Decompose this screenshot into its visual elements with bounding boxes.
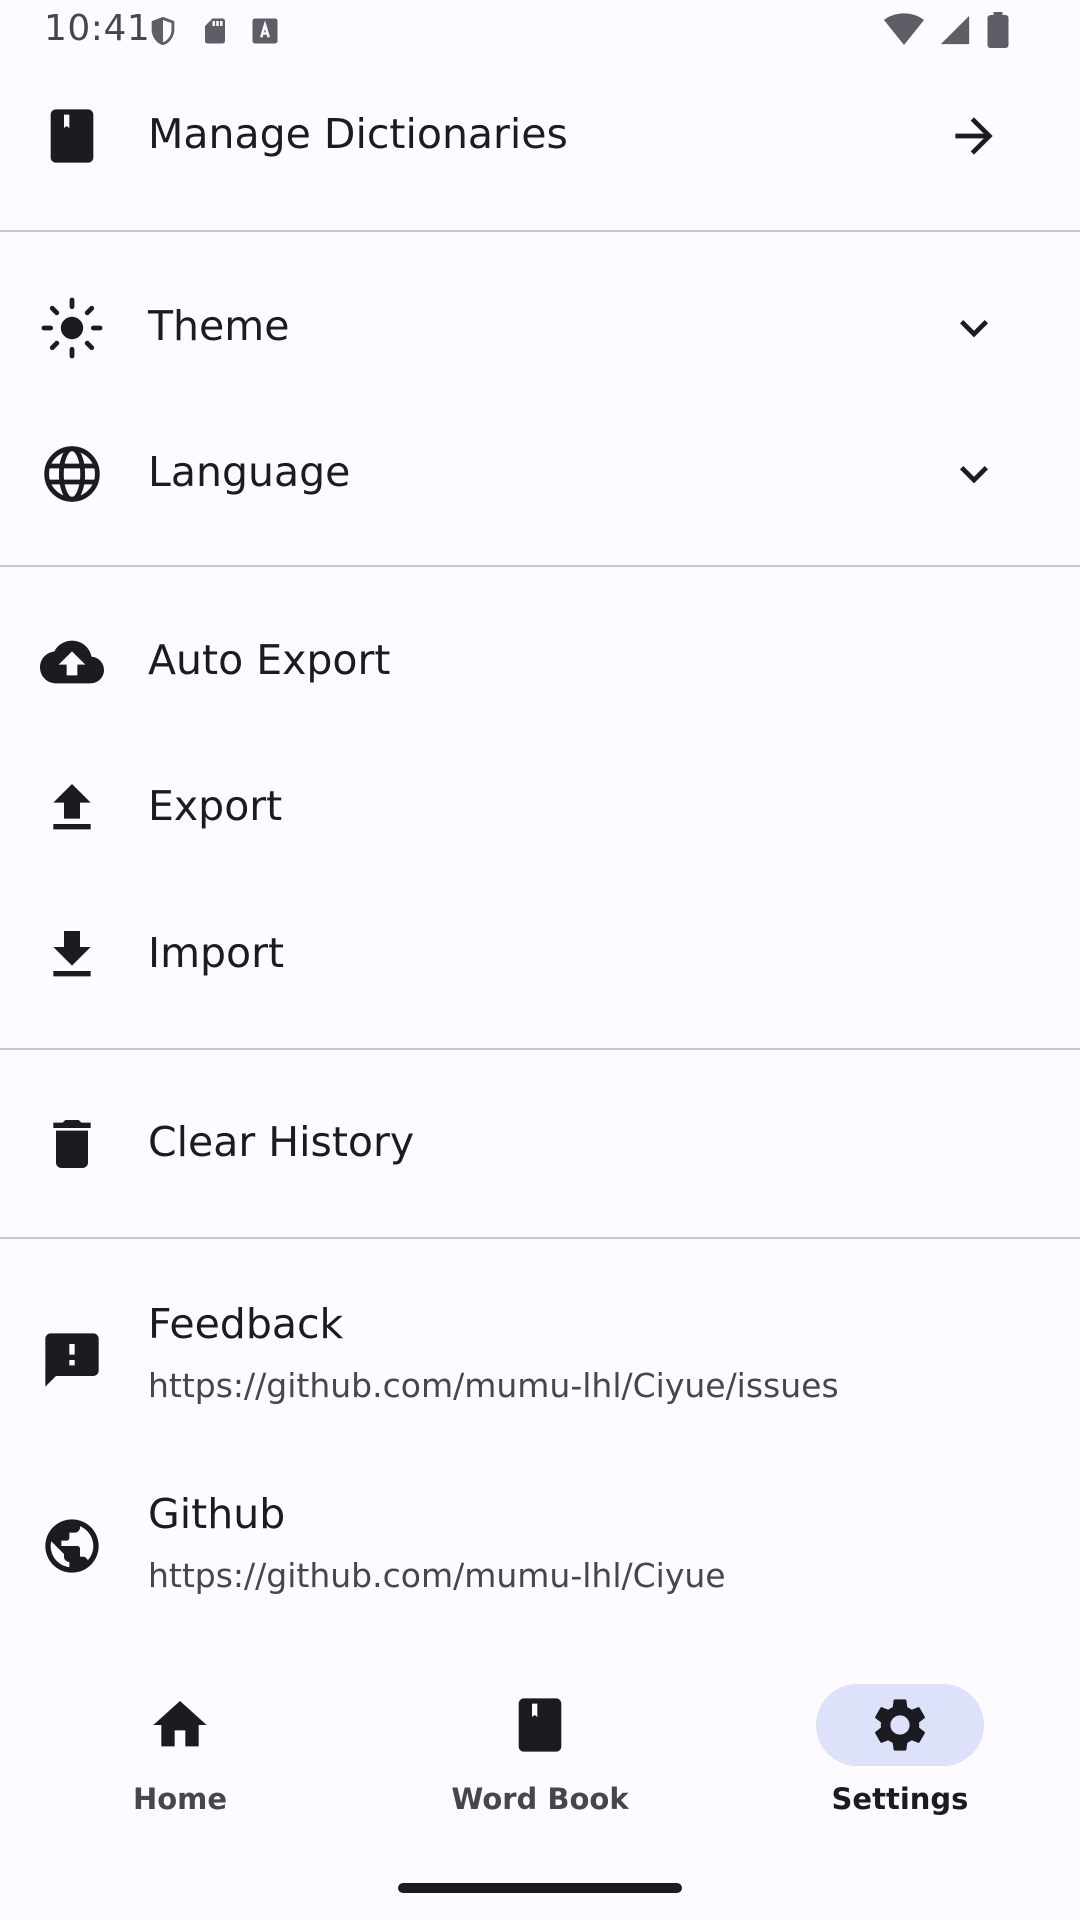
manage-dictionaries-item[interactable]: Manage Dictionaries [0,86,1080,186]
sun-icon [40,296,104,360]
clear-history-label: Clear History [148,1118,415,1166]
export-label: Export [148,782,283,830]
book-icon [508,1693,572,1757]
nav-label-word-book: Word Book [451,1782,629,1816]
shield-icon [146,12,180,54]
signal-icon [938,13,972,51]
upload-icon [40,776,104,840]
clear-history-item[interactable]: Clear History [0,1094,1080,1194]
manage-dictionaries-label: Manage Dictionaries [148,110,568,158]
divider [0,565,1080,567]
github-url[interactable]: https://github.com/mumu-lhl/Ciyue [148,1556,726,1595]
chevron-down-icon [946,446,1002,502]
language-item[interactable]: Language [0,424,1080,524]
trash-icon [40,1112,104,1176]
auto-export-item[interactable]: Auto Export [0,612,1080,712]
text-a-icon [250,16,280,50]
feedback-item[interactable]: Feedback https://github.com/mumu-lhl/Ciy… [0,1290,1080,1430]
theme-item[interactable]: Theme [0,278,1080,378]
gear-icon [868,1693,932,1757]
globe-icon [40,442,104,506]
divider [0,1237,1080,1239]
status-right-icons [884,12,1010,52]
wifi-icon [884,13,924,51]
sd-card-icon [200,14,230,52]
github-item[interactable]: Github https://github.com/mumu-lhl/Ciyue [0,1480,1080,1620]
bottom-navigation: Home Word Book Settings [0,1650,1080,1920]
status-bar: 10:41 [0,0,1080,64]
divider [0,1048,1080,1050]
nav-label-settings: Settings [831,1782,969,1816]
import-label: Import [148,929,285,977]
status-left-icons [146,12,280,54]
nav-item-word-book[interactable]: Word Book [390,1684,690,1844]
chevron-down-icon [946,300,1002,356]
arrow-right-icon [946,108,1002,164]
home-icon [148,1693,212,1757]
divider [0,230,1080,232]
cloud-upload-icon [40,630,104,694]
public-globe-icon [40,1514,104,1578]
nav-item-settings[interactable]: Settings [750,1684,1050,1844]
github-label: Github [148,1490,286,1538]
home-indicator[interactable] [398,1883,682,1893]
feedback-label: Feedback [148,1300,344,1348]
auto-export-label: Auto Export [148,636,391,684]
book-icon [40,104,104,168]
theme-label: Theme [148,302,290,350]
nav-label-home: Home [132,1782,228,1816]
download-icon [40,923,104,987]
language-label: Language [148,448,351,496]
battery-icon [986,12,1010,52]
nav-item-home[interactable]: Home [30,1684,330,1844]
import-item[interactable]: Import [0,905,1080,1005]
feedback-url[interactable]: https://github.com/mumu-lhl/Ciyue/issues [148,1366,839,1405]
feedback-icon [40,1328,104,1392]
export-item[interactable]: Export [0,758,1080,858]
settings-screen: 10:41 Manage Dictionaries Theme Language… [0,0,1080,1920]
status-time: 10:41 [44,8,151,49]
